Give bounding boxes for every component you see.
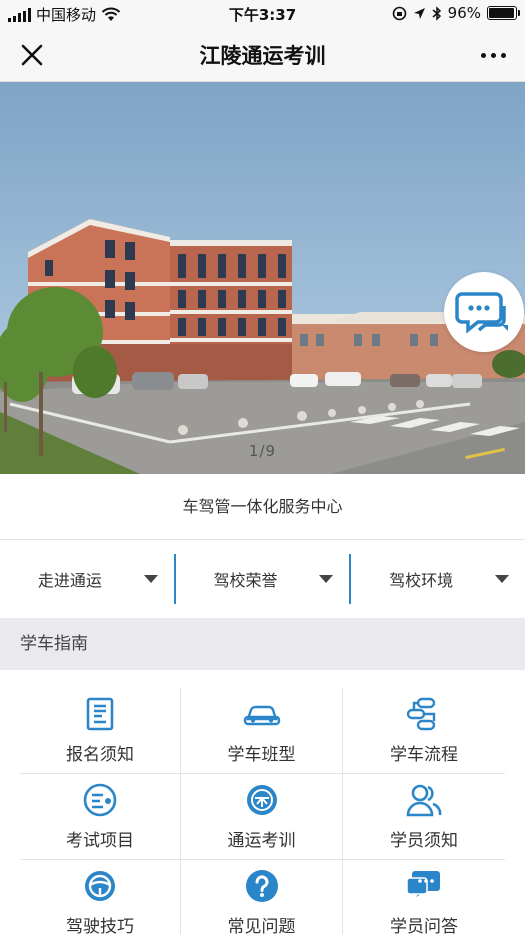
- grid-item-process[interactable]: 学车流程: [343, 688, 505, 774]
- grid-item-tongyun[interactable]: 通运考训: [181, 774, 343, 860]
- caret-down-icon: [319, 575, 334, 583]
- more-button[interactable]: [477, 41, 509, 69]
- caret-down-icon: [495, 575, 510, 583]
- more-dot-icon: [500, 52, 506, 58]
- document-icon: [80, 694, 120, 734]
- steering-wheel-icon: [80, 866, 120, 906]
- grid-item-driving-tips[interactable]: 驾驶技巧: [20, 860, 181, 934]
- nav-bar: 江陵通运考训: [0, 28, 525, 82]
- grid-item-label: 学员须知: [390, 831, 458, 851]
- exam-icon: [80, 780, 120, 820]
- grid-item-label: 常见问题: [227, 917, 296, 934]
- caret-down-icon: [143, 575, 158, 583]
- chat-bubble-icon: [455, 292, 508, 334]
- grid-item-faq[interactable]: 常见问题: [181, 860, 343, 934]
- slide-counter: 1/9: [248, 442, 277, 460]
- grid-item-label: 学车流程: [390, 745, 458, 765]
- grid-item-qa[interactable]: 学员问答: [343, 860, 505, 934]
- grid-item-exam[interactable]: 考试项目: [20, 774, 181, 860]
- grid-item-registration[interactable]: 报名须知: [20, 688, 181, 774]
- battery-icon: [487, 6, 520, 20]
- banner-carousel[interactable]: 1/9: [0, 82, 525, 474]
- bluetooth-icon: [432, 5, 441, 21]
- rotation-lock-icon: [392, 6, 406, 20]
- tab-label: 走进通运: [37, 571, 102, 590]
- grid-item-label: 报名须知: [66, 745, 134, 765]
- tab-label: 驾校环境: [389, 571, 454, 590]
- users-icon: [404, 780, 444, 820]
- grid-item-label: 学员问答: [390, 917, 458, 934]
- grid-item-label: 通运考训: [227, 831, 296, 851]
- tab-about[interactable]: 走进通运: [0, 540, 174, 618]
- battery-percent: 96%: [447, 4, 481, 22]
- grid-item-label: 驾驶技巧: [66, 917, 134, 934]
- chat-float-button[interactable]: [444, 272, 524, 352]
- grid-item-student-notice[interactable]: 学员须知: [343, 774, 505, 860]
- tab-honors[interactable]: 驾校荣誉: [176, 540, 350, 618]
- guide-grid: 报名须知 学车班型 学车流程 考试项目 通运考训 学员须知 驾驶技巧 常见问题 …: [20, 688, 505, 934]
- section-header: 学车指南: [0, 618, 525, 670]
- grid-item-label: 考试项目: [66, 831, 134, 851]
- question-icon: [242, 866, 282, 906]
- battery-fill: [489, 8, 514, 18]
- car-icon: [242, 694, 282, 734]
- status-bar: 中国移动 下午3:37 96%: [0, 0, 525, 28]
- tab-environment[interactable]: 驾校环境: [351, 540, 525, 618]
- more-dot-icon: [490, 52, 496, 58]
- status-right: 96%: [392, 4, 520, 22]
- flow-icon: [404, 694, 444, 734]
- dropdown-tabs: 走进通运 驾校荣誉 驾校环境: [0, 540, 525, 618]
- page-title: 江陵通运考训: [199, 44, 326, 68]
- tab-label: 驾校荣誉: [213, 571, 278, 590]
- more-dot-icon: [480, 52, 486, 58]
- center-subtitle: 车驾管一体化服务中心: [0, 474, 525, 540]
- grid-item-label: 学车班型: [227, 745, 296, 765]
- grid-item-class-type[interactable]: 学车班型: [181, 688, 343, 774]
- location-icon: [413, 7, 425, 19]
- chat-icon: [404, 866, 444, 906]
- logo-badge-icon: [242, 780, 282, 820]
